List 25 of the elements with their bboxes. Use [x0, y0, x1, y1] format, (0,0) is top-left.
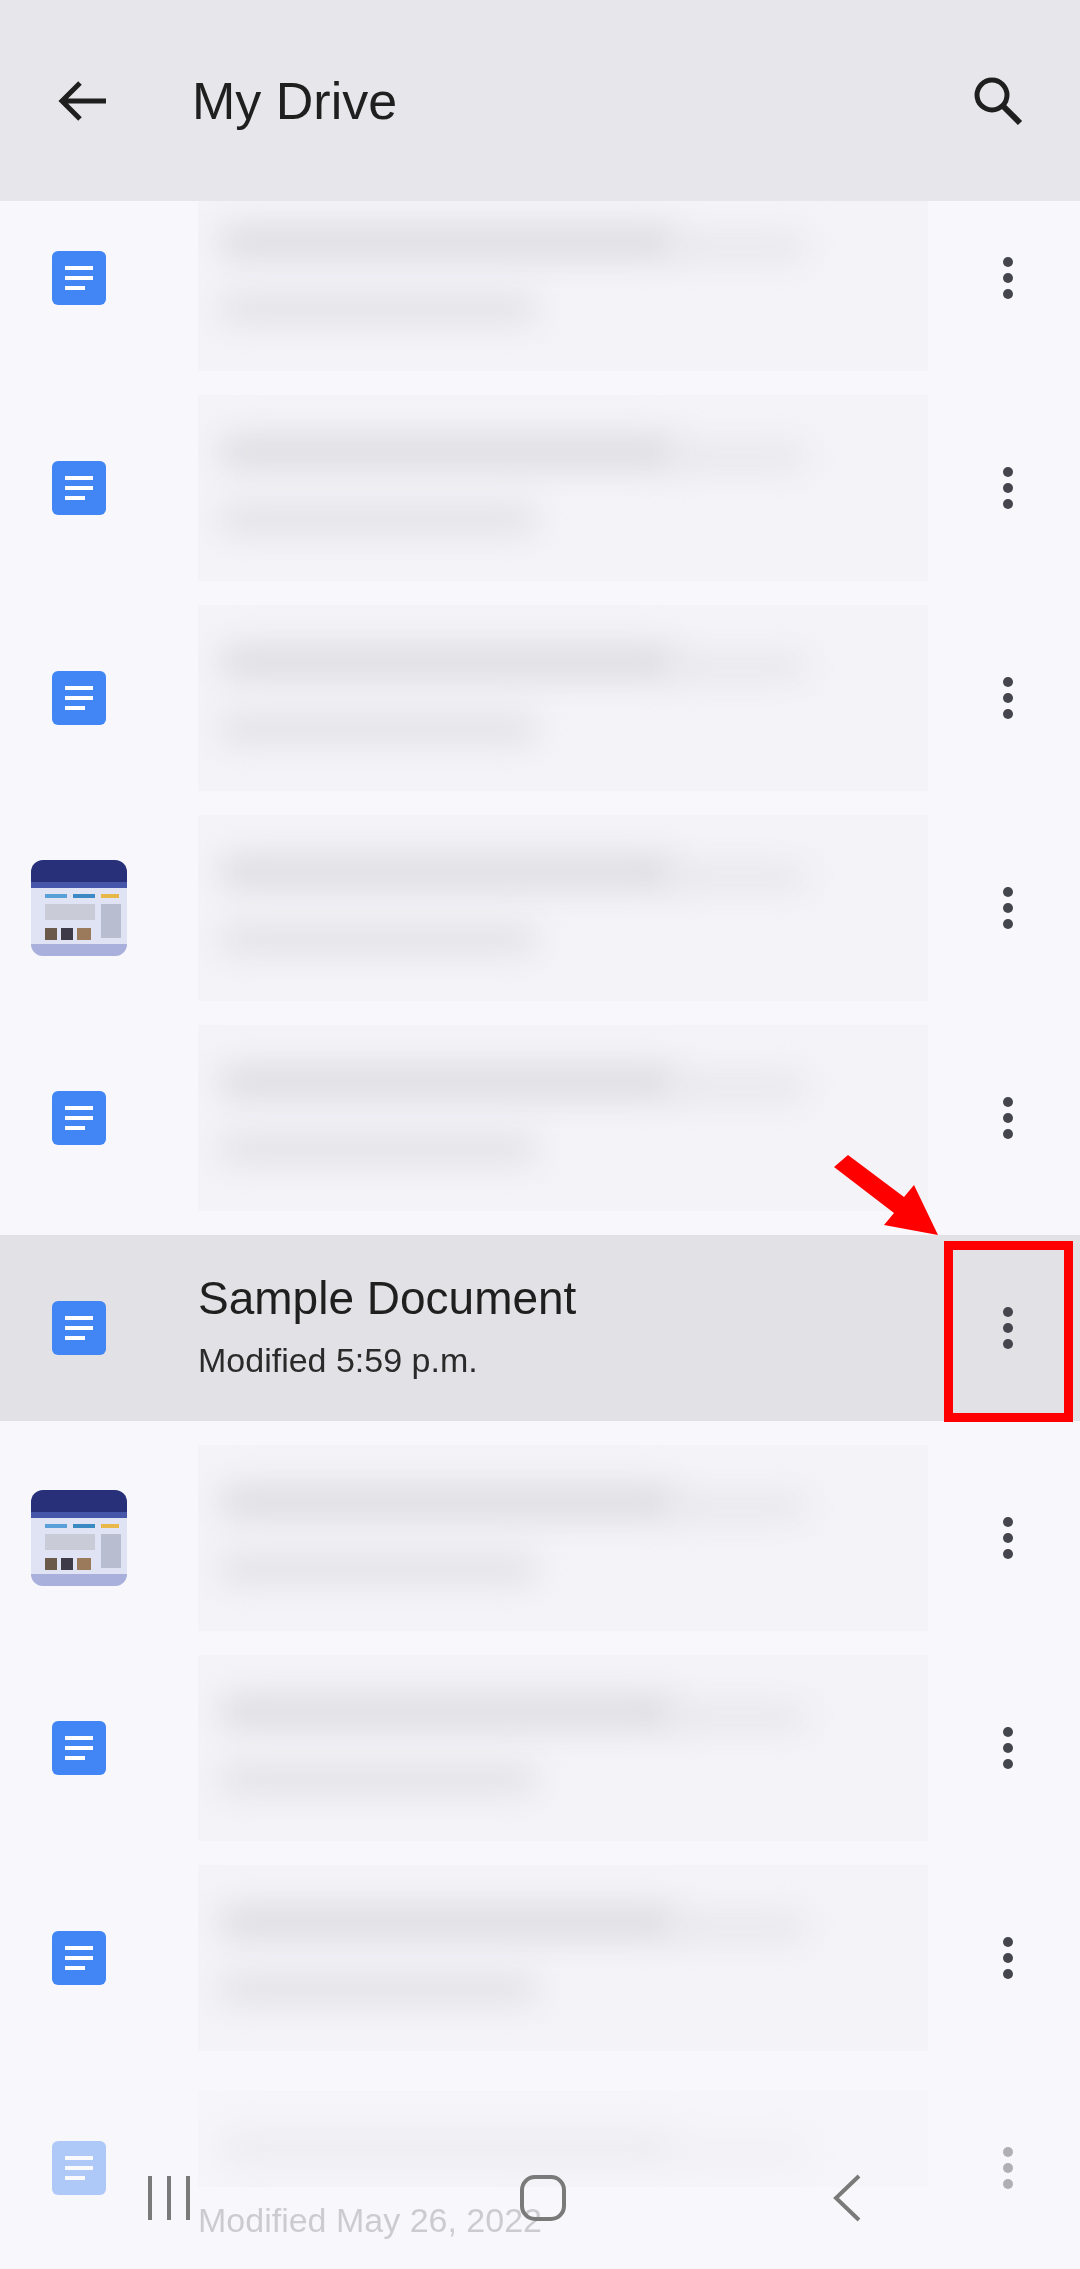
back-arrow-icon[interactable] — [56, 78, 108, 123]
more-icon — [1002, 2146, 1014, 2190]
document-icon — [52, 671, 106, 725]
document-icon — [52, 1301, 106, 1355]
file-name: Sample Document — [198, 1270, 578, 1326]
more-icon — [1002, 676, 1014, 720]
more-icon — [1002, 1516, 1014, 1560]
file-row[interactable]: Sample Document Modified 5:59 p.m. — [0, 1235, 1080, 1421]
document-icon — [52, 1721, 106, 1775]
more-icon — [1002, 1936, 1014, 1980]
more-icon — [1002, 1096, 1014, 1140]
more-icon — [1002, 886, 1014, 930]
document-icon — [52, 1931, 106, 1985]
document-icon — [52, 251, 106, 305]
recent-apps-icon[interactable] — [146, 2173, 192, 2222]
modified-date: Modified 5:59 p.m. — [198, 1340, 478, 1382]
back-icon[interactable] — [832, 2172, 862, 2223]
document-icon — [52, 2141, 106, 2195]
more-icon — [1002, 256, 1014, 300]
document-icon — [52, 1091, 106, 1145]
page-title: My Drive — [192, 70, 398, 132]
document-icon — [52, 461, 106, 515]
more-icon — [1002, 1726, 1014, 1770]
more-icon — [1002, 1306, 1014, 1350]
more-icon — [1002, 466, 1014, 510]
